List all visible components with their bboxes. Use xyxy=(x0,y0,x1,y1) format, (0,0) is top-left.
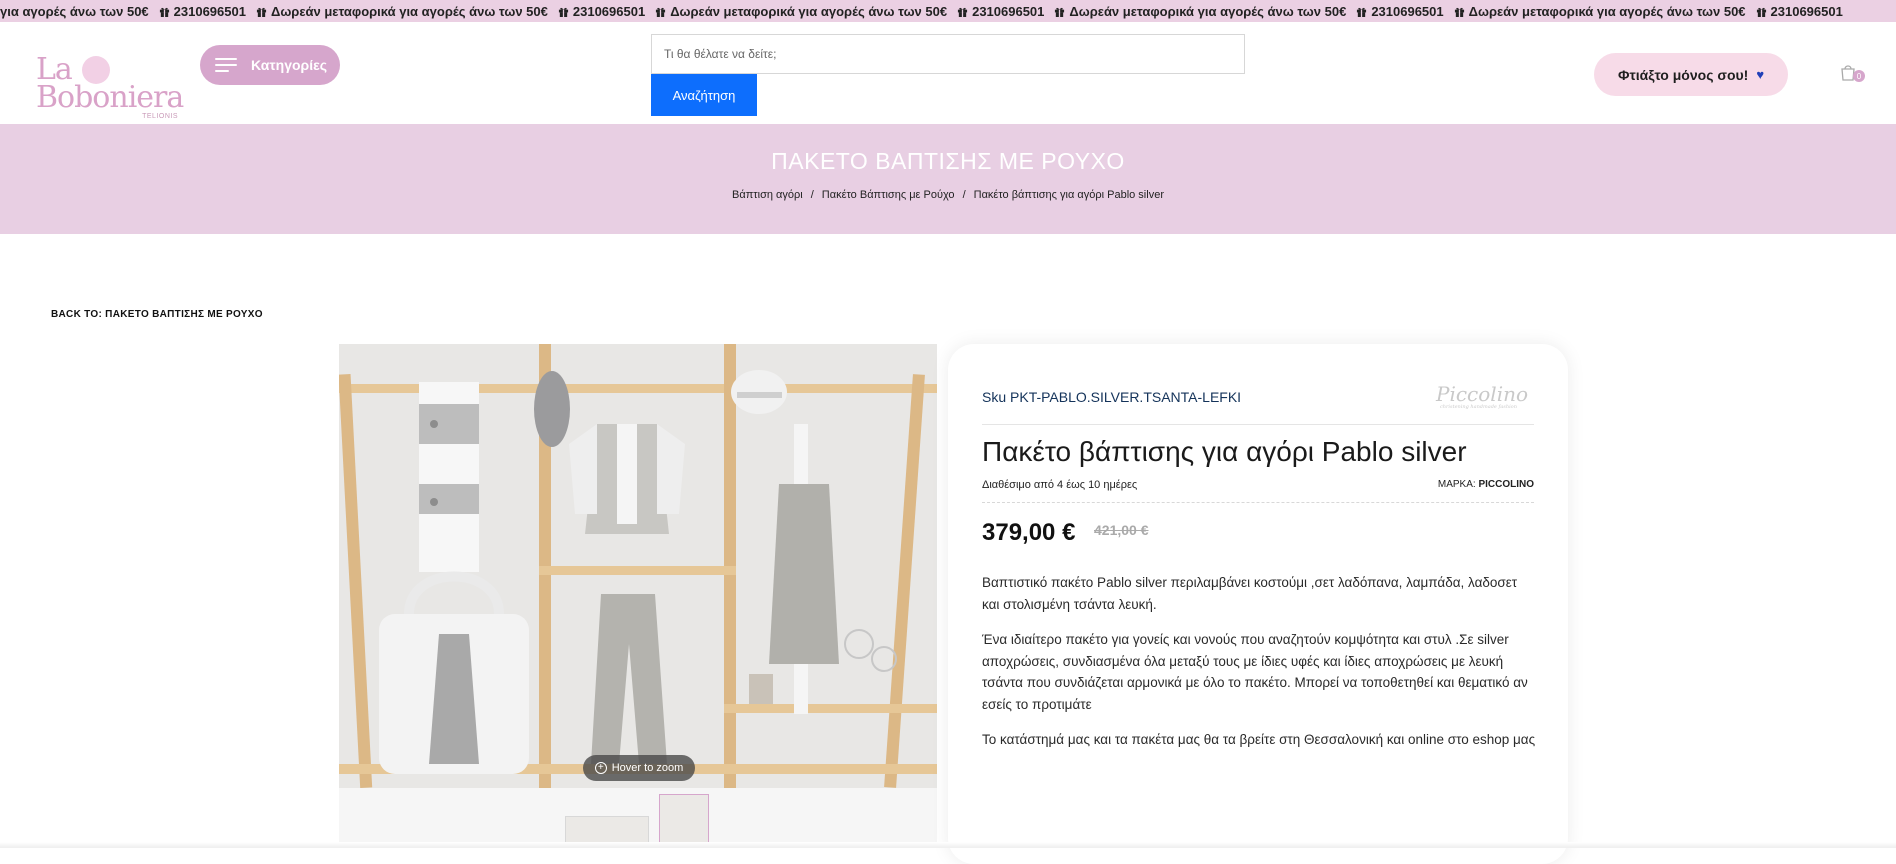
announcement-track: για αγορές άνω των 50€ 2310696501 Δωρεάν μ… xyxy=(0,0,1853,22)
gift-icon xyxy=(1356,6,1367,17)
gift-icon xyxy=(1054,6,1065,17)
brand-name[interactable]: PICCOLINO xyxy=(1478,479,1534,490)
zoom-hint-label: Hover to zoom xyxy=(611,762,684,774)
announcement-text: 2310696501 xyxy=(173,3,246,19)
hover-to-zoom-hint: + Hover to zoom xyxy=(583,755,695,781)
breadcrumb-item-package-with-clothes[interactable]: Πακέτο Βάπτισης με Ρούχο xyxy=(822,189,955,201)
product-main-image[interactable] xyxy=(339,344,937,788)
product-description: Βαπτιστικό πακέτο Pablo silver περιλαμβά… xyxy=(982,572,1538,765)
cart-count-badge: 0 xyxy=(1853,70,1865,82)
logo-line-2: Boboniera xyxy=(36,80,184,115)
search-input[interactable] xyxy=(651,34,1245,74)
make-it-yourself-button[interactable]: Φτιάξτο μόνος σου! ♥ xyxy=(1594,53,1788,96)
gift-icon xyxy=(1756,6,1767,17)
logo-subtitle: TELIONIS xyxy=(142,113,178,120)
breadcrumb-item-baptism-boy[interactable]: Βάπτιση αγόρι xyxy=(732,189,803,201)
category-hero: ΠΑΚΕΤΟ ΒΑΠΤΙΣΗΣ ΜΕ ΡΟΥΧΟ Βάπτιση αγόρι /… xyxy=(0,124,1896,234)
thumbnail-strip xyxy=(339,788,937,848)
back-to-category-link[interactable]: BACK TO: ΠΑΚΕΤΟ ΒΑΠΤΙΣΗΣ ΜΕ ΡΟΥΧΟ xyxy=(51,309,263,320)
announcement-text: 2310696501 xyxy=(1371,3,1444,19)
description-paragraph: Βαπτιστικό πακέτο Pablo silver περιλαμβά… xyxy=(982,575,1518,612)
hamburger-menu-icon xyxy=(215,58,237,72)
announcement-item: 2310696501 xyxy=(558,4,645,19)
announcement-text: 2310696501 xyxy=(572,3,646,19)
product-title: Πακέτο βάπτισης για αγόρι Pablo silver xyxy=(982,436,1467,467)
announcement-item: 2310696501 xyxy=(957,4,1044,19)
announcement-bar: για αγορές άνω των 50€ 2310696501 Δωρεάν μ… xyxy=(0,0,1896,22)
gift-icon xyxy=(655,6,666,17)
divider xyxy=(982,424,1534,425)
breadcrumb-separator: / xyxy=(962,189,966,201)
brand-logo-text: Piccolino xyxy=(1436,382,1529,406)
gift-icon xyxy=(159,6,170,17)
product-photo xyxy=(339,344,937,788)
gift-icon xyxy=(957,6,968,17)
old-price: 421,00 € xyxy=(1094,522,1149,538)
announcement-text: Δωρεάν μεταφορικά για αγορές άνω των 50€ xyxy=(670,3,948,19)
announcement-text: 2310696501 xyxy=(1770,3,1843,19)
logo-flower-icon xyxy=(82,56,110,84)
description-paragraph: Το κατάστημά μας και τα πακέτα μας θα τα… xyxy=(982,732,1536,747)
thumbnail-2[interactable] xyxy=(659,794,709,848)
gift-icon xyxy=(256,6,267,17)
page-title: ΠΑΚΕΤΟ ΒΑΠΤΙΣΗΣ ΜΕ ΡΟΥΧΟ xyxy=(771,148,1125,174)
announcement-item: Δωρεάν μεταφορικά για αγορές άνω των 50€ xyxy=(1054,4,1346,19)
make-it-yourself-label: Φτιάξτο μόνος σου! xyxy=(1617,66,1749,83)
announcement-text: για αγορές άνω των 50€ xyxy=(0,3,149,19)
announcement-text: Δωρεάν μεταφορικά για αγορές άνω των 50€ xyxy=(1468,3,1746,19)
page-bottom-edge xyxy=(0,842,1896,848)
announcement-item: Δωρεάν μεταφορικά για αγορές άνω των 50€ xyxy=(1454,4,1746,19)
categories-label: Κατηγορίες xyxy=(251,57,328,73)
cart-button[interactable]: 0 xyxy=(1838,62,1865,86)
announcement-item: 2310696501 xyxy=(159,4,246,19)
breadcrumb-item-current: Πακέτο βάπτισης για αγόρι Pablo silver xyxy=(973,189,1164,201)
brand-line: ΜΑΡΚΑ: PICCOLINO xyxy=(1438,479,1534,490)
current-price: 379,00 € xyxy=(982,519,1076,546)
announcement-item: 2310696501 xyxy=(1756,4,1843,19)
brand-logo[interactable]: Piccolino christening handmade fashion xyxy=(1436,382,1532,412)
gift-icon xyxy=(1454,6,1465,17)
availability-text: Διαθέσιμο από 4 έως 10 ημέρες xyxy=(982,479,1138,491)
gift-icon xyxy=(558,6,569,17)
breadcrumb-separator: / xyxy=(810,189,814,201)
dashed-divider xyxy=(982,502,1534,503)
announcement-item: Δωρεάν μεταφορικά για αγορές άνω των 50€ xyxy=(655,4,947,19)
announcement-text: Δωρεάν μεταφορικά για αγορές άνω των 50€ xyxy=(1069,3,1347,19)
description-paragraph: Ένα ιδιαίτερο πακέτο για γονείς και νονο… xyxy=(982,632,1528,712)
site-header: La Boboniera TELIONIS Κατηγορίες Αναζήτη… xyxy=(0,22,1896,124)
site-logo[interactable]: La Boboniera TELIONIS xyxy=(36,55,184,122)
announcement-text: Δωρεάν μεταφορικά για αγορές άνω των 50€ xyxy=(270,3,548,19)
brand-logo-tagline: christening handmade fashion xyxy=(1440,404,1517,410)
breadcrumb: Βάπτιση αγόρι / Πακέτο Βάπτισης με Ρούχο… xyxy=(0,189,1896,201)
product-info-card: Sku PKT-PABLO.SILVER.TSANTA-LEFKI Piccol… xyxy=(948,344,1568,864)
heart-icon: ♥ xyxy=(1756,67,1765,82)
search-button-label: Αναζήτηση xyxy=(672,87,736,103)
zoom-plus-icon: + xyxy=(594,762,607,774)
search-button[interactable]: Αναζήτηση xyxy=(651,74,757,116)
categories-button[interactable]: Κατηγορίες xyxy=(200,45,340,85)
announcement-text: 2310696501 xyxy=(972,3,1045,19)
product-sku: Sku PKT-PABLO.SILVER.TSANTA-LEFKI xyxy=(982,389,1242,405)
announcement-item: για αγορές άνω των 50€ xyxy=(0,4,149,19)
announcement-item: 2310696501 xyxy=(1356,3,1444,19)
brand-label: ΜΑΡΚΑ: xyxy=(1437,479,1476,490)
announcement-item: Δωρεάν μεταφορικά για αγορές άνω των 50€ xyxy=(256,4,548,19)
